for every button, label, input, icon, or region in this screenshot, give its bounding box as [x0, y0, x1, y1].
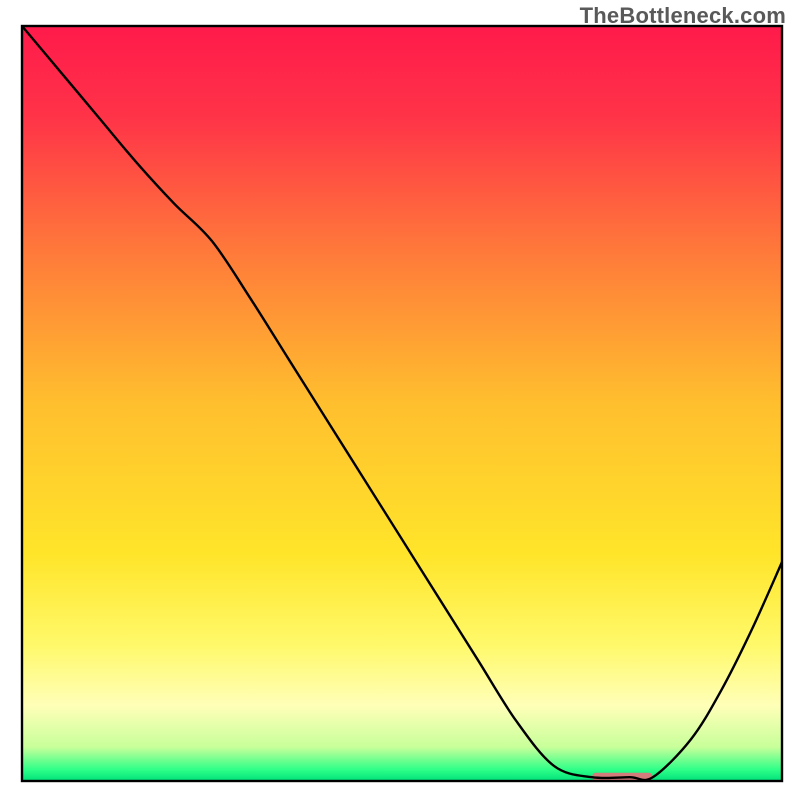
chart-svg — [0, 0, 800, 800]
watermark-text: TheBottleneck.com — [580, 3, 786, 29]
gradient-background — [22, 26, 782, 781]
bottleneck-chart: TheBottleneck.com — [0, 0, 800, 800]
